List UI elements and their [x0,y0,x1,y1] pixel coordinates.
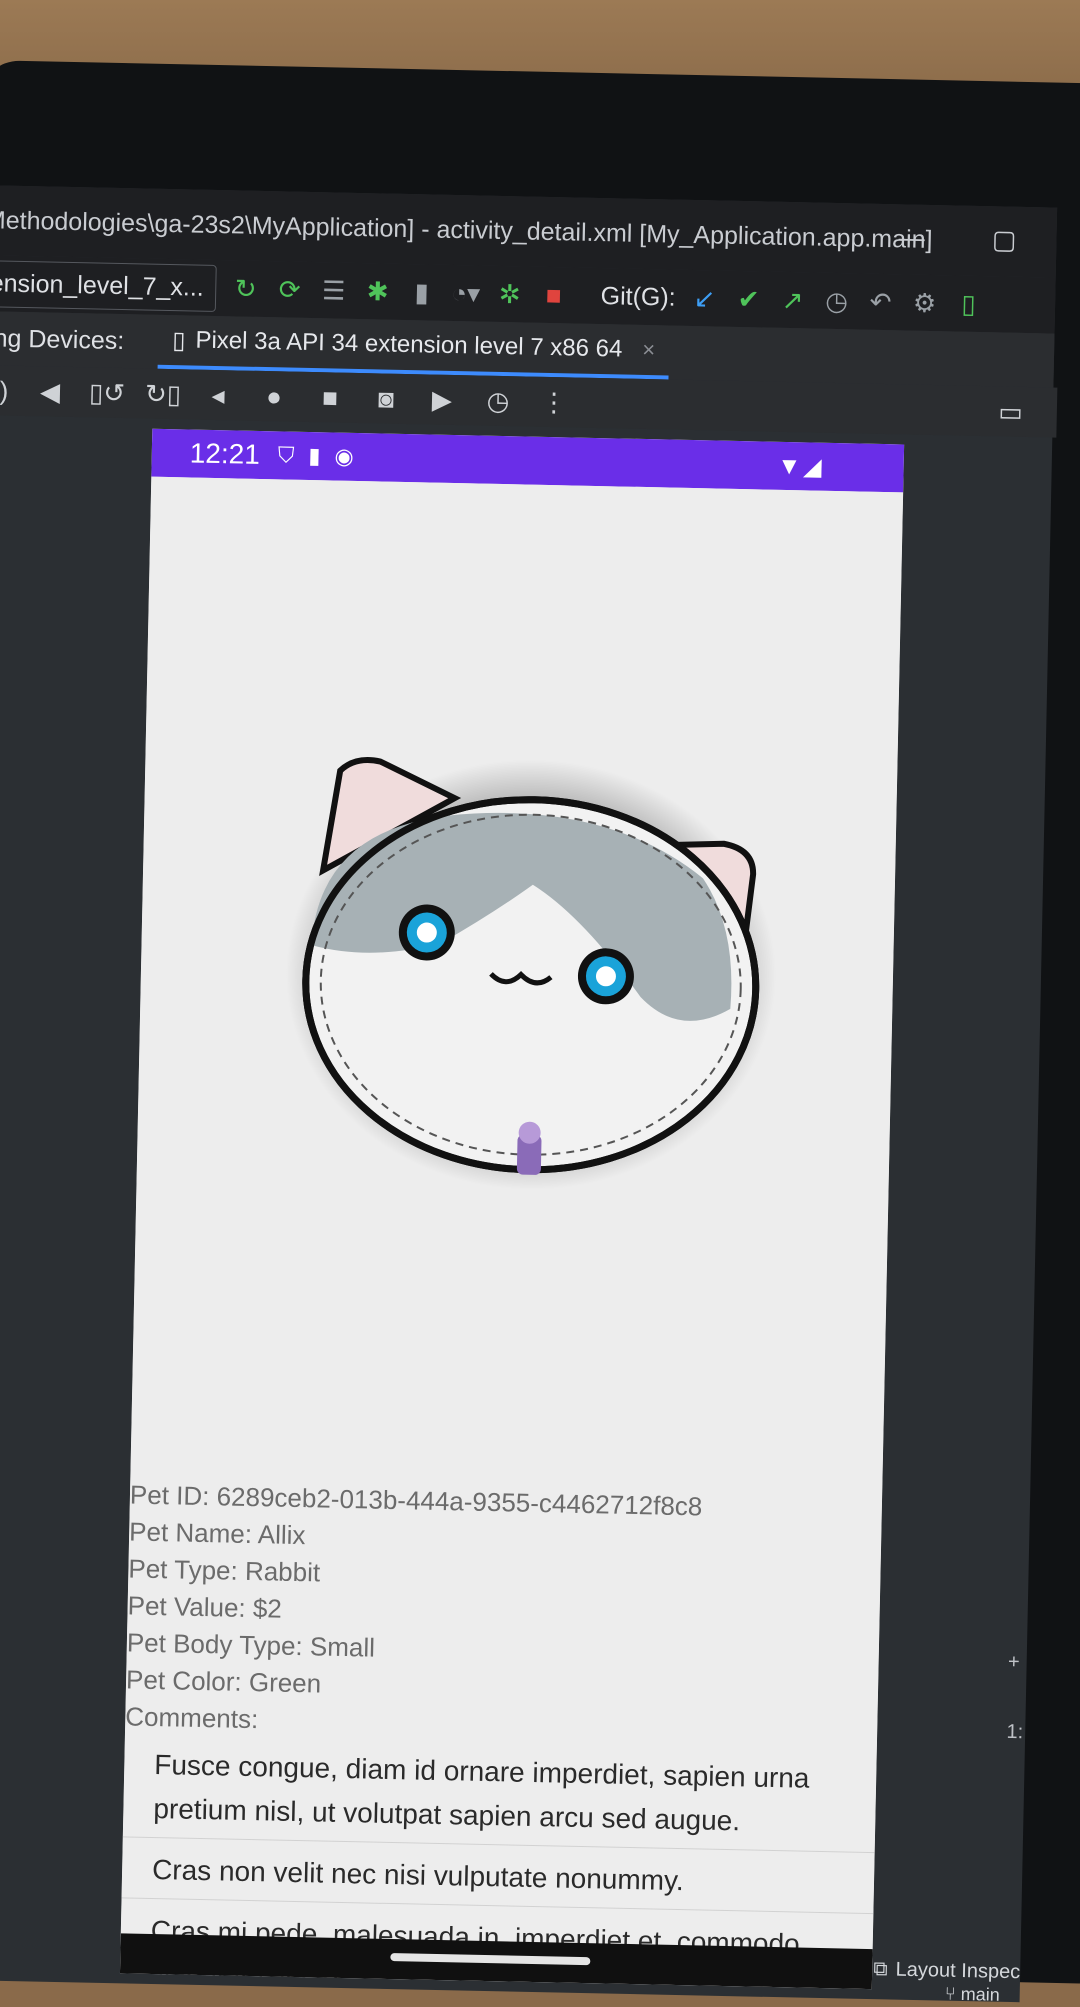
wifi-signal-icon: ▼◢ [777,452,824,481]
volume-up-icon[interactable]: ◀) [0,375,11,407]
git-history-icon[interactable]: ◷ [821,285,852,317]
git-branch[interactable]: ⑂ main [945,1984,1000,2006]
volume-down-icon[interactable]: ◀ [33,376,68,408]
run-config-dropdown[interactable]: xtension_level_7_x... [0,259,218,312]
snapshot-icon[interactable]: ◷ [481,385,516,417]
device-icon: ▯ [171,326,186,354]
more-options-icon[interactable]: ⋮ [537,386,572,418]
close-tab-icon[interactable]: × [642,337,655,363]
side-mark-line: 1: [1006,1720,1024,1744]
pet-details: Pet ID: 6289ceb2-013b-444a-9355-c4462712… [125,1476,882,1751]
git-push-icon[interactable]: ↗ [777,284,808,316]
rotate-left-icon[interactable]: ▯↺ [89,377,126,409]
rerun-icon[interactable]: ↻ [230,273,261,305]
running-devices-icon[interactable]: ▯ [953,288,984,320]
side-mark-plus[interactable]: + [1007,1627,1025,1697]
home-icon[interactable]: ● [257,380,292,412]
attach-debugger-icon[interactable]: ▮ [406,276,437,308]
git-label: Git(G): [600,281,676,312]
pet-image [285,757,776,1190]
profiler-icon[interactable]: ◔▾ [450,277,481,309]
git-rollback-icon[interactable]: ↶ [865,286,896,318]
back-icon[interactable]: ◂ [201,379,236,411]
debug-icon[interactable]: ✱ [362,276,393,308]
screenshot-icon[interactable]: ◙ [369,383,404,415]
window-controls[interactable]: — ▢ [898,222,1046,256]
phone-emulator: 12:21 ⛉ ▮ ◉ ▼◢ Pet ID: 6289ceb2-013b-444… [119,428,905,1990]
overview-icon[interactable]: ■ [313,382,348,414]
apply-code-changes-icon[interactable]: ☰ [318,275,349,307]
debug-attach-icon[interactable]: ✲ [494,278,525,310]
ide-screen: -Methodologies\ga-23s2\MyApplication] - … [0,184,1058,2005]
stop-icon[interactable]: ■ [538,279,569,311]
screen-record-icon[interactable]: ▶ [425,384,460,416]
panel-layout-icon[interactable]: ▭ [998,396,1023,428]
status-time: 12:21 [189,437,261,470]
monitor-frame: -Methodologies\ga-23s2\MyApplication] - … [0,60,1080,2005]
git-update-icon[interactable]: ↙ [689,282,720,314]
device-tab-label: Pixel 3a API 34 extension level 7 x86 64 [195,326,623,363]
gesture-handle[interactable] [390,1953,591,1966]
shield-icon: ⛉ [277,442,295,468]
device-manager-icon[interactable]: ⚙ [909,287,940,319]
rotate-right-icon[interactable]: ↻▯ [145,378,182,410]
apply-changes-icon[interactable]: ⟳ [274,274,305,306]
detail-content: Pet ID: 6289ceb2-013b-444a-9355-c4462712… [119,476,904,1990]
branch-icon: ⑂ [944,1983,956,2004]
sync-icon: ◉ [334,443,354,469]
layout-inspector-tab[interactable]: ⧉ Layout Inspec [873,1958,1020,1984]
layout-inspector-icon: ⧉ [873,1958,888,1981]
sd-card-icon: ▮ [308,442,321,469]
comment-item[interactable]: Fusce congue, diam id ornare imperdiet, … [122,1732,877,1854]
window-title: -Methodologies\ga-23s2\MyApplication] - … [0,205,933,254]
side-markers: + 1: [1006,1627,1026,1767]
branch-label: main [960,1983,1000,2005]
git-commit-icon[interactable]: ✔ [733,283,764,315]
layout-inspector-label: Layout Inspec [895,1958,1021,1984]
running-devices-label: ning Devices: [0,323,125,355]
